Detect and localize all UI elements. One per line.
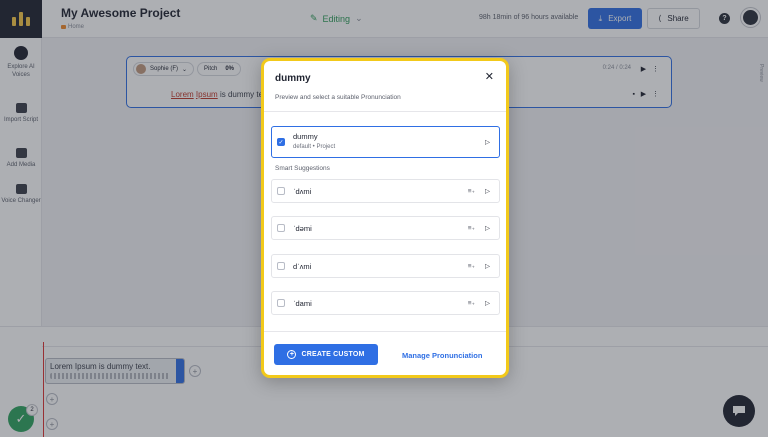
play-icon[interactable]: ▷ (485, 299, 490, 307)
suggestion-row[interactable]: ˈdʌmi ≡₊ ▷ (271, 179, 500, 203)
modal-subtitle: Preview and select a suitable Pronunciat… (275, 94, 401, 101)
option-meta: default • Project (293, 144, 336, 150)
checkbox-checked[interactable]: ✓ (277, 138, 285, 146)
play-icon[interactable]: ▷ (485, 224, 490, 232)
add-to-queue-icon[interactable]: ≡₊ (468, 187, 475, 195)
close-icon[interactable]: ✕ (485, 72, 494, 83)
modal-title: dummy (275, 73, 311, 84)
create-custom-button[interactable]: + CREATE CUSTOM (274, 344, 378, 365)
checkbox[interactable] (277, 262, 285, 270)
pronunciation-option-default[interactable]: ✓ dummy default • Project ▷ (271, 126, 500, 158)
option-word: dummy (293, 132, 318, 141)
divider (264, 331, 506, 332)
suggestion-ipa: ˈdami (293, 299, 312, 308)
divider (264, 111, 506, 112)
play-icon[interactable]: ▷ (485, 187, 490, 195)
checkbox[interactable] (277, 299, 285, 307)
checkbox[interactable] (277, 187, 285, 195)
add-to-queue-icon[interactable]: ≡₊ (468, 299, 475, 307)
suggestion-row[interactable]: ˈdəmi ≡₊ ▷ (271, 216, 500, 240)
pronunciation-modal: dummy ✕ Preview and select a suitable Pr… (261, 58, 509, 378)
suggestion-row[interactable]: ˈdami ≡₊ ▷ (271, 291, 500, 315)
checkmark-icon: ✓ (278, 139, 284, 146)
suggestion-ipa: dˈʌmi (293, 262, 312, 271)
add-to-queue-icon[interactable]: ≡₊ (468, 224, 475, 232)
manage-pronunciation-link[interactable]: Manage Pronunciation (402, 351, 482, 360)
add-to-queue-icon[interactable]: ≡₊ (468, 262, 475, 270)
suggestion-row[interactable]: dˈʌmi ≡₊ ▷ (271, 254, 500, 278)
plus-circle-icon: + (287, 350, 297, 359)
suggestion-ipa: ˈdʌmi (293, 187, 312, 196)
checkbox[interactable] (277, 224, 285, 232)
play-icon[interactable]: ▷ (485, 262, 490, 270)
suggestion-ipa: ˈdəmi (293, 224, 312, 233)
play-icon[interactable]: ▷ (485, 138, 490, 146)
smart-suggestions-heading: Smart Suggestions (275, 165, 330, 172)
create-custom-label: CREATE CUSTOM (301, 351, 365, 358)
